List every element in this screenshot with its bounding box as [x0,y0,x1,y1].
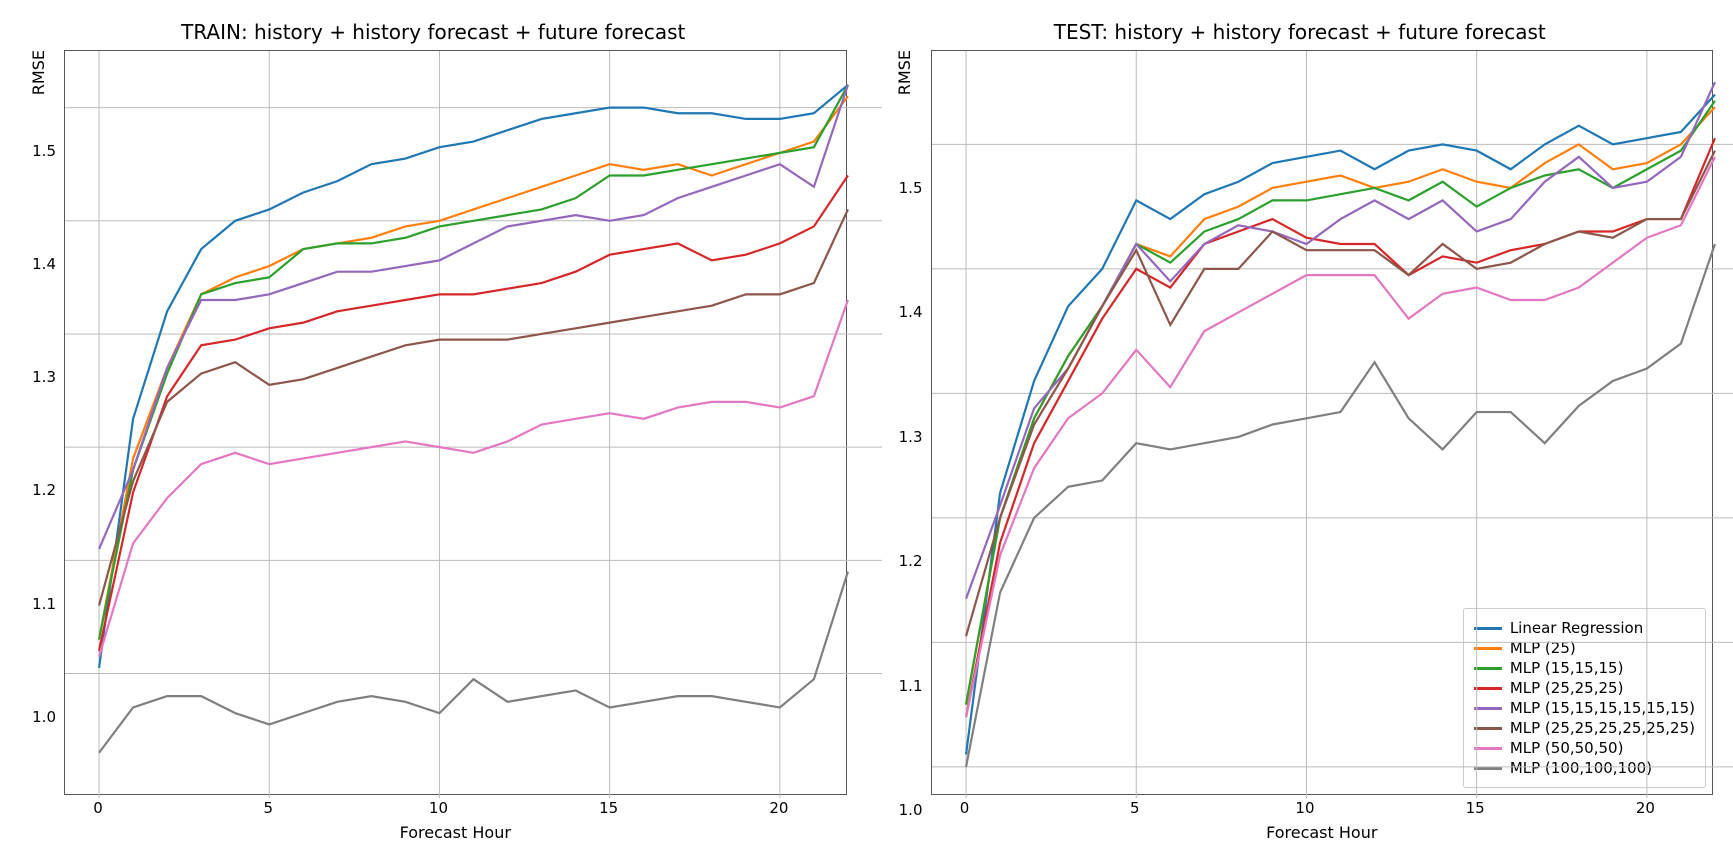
y-tick-label: 1.2 [32,483,56,498]
plot-title: TRAIN: history + history forecast + futu… [20,20,847,44]
y-tick-label: 1.4 [899,305,923,320]
series-line [966,107,1715,705]
series-line [99,572,848,753]
y-tick-label: 1.3 [899,430,923,445]
x-tick-label: 20 [1636,799,1655,817]
y-ticks: 1.5 1.4 1.3 1.2 1.1 1.0 [20,95,60,842]
series-line [99,85,848,549]
x-axis-label: Forecast Hour [64,823,847,842]
subplot-test: TEST: history + history forecast + futur… [887,20,1714,783]
y-tick-label: 1.2 [899,554,923,569]
x-tick-label: 5 [1130,799,1140,817]
y-axis-label: RMSE [895,50,914,95]
subplot-train: TRAIN: history + history forecast + futu… [20,20,847,783]
y-tick-label: 1.5 [899,181,923,196]
series-line [966,138,1715,717]
x-tick-label: 10 [1295,799,1314,817]
figure: TRAIN: history + history forecast + futu… [20,20,1713,783]
series-line [99,85,848,668]
x-axis-label: Forecast Hour [931,823,1714,842]
x-tick-label: 15 [1466,799,1485,817]
series-line [966,101,1715,705]
series-line [99,300,848,657]
plot-title: TEST: history + history forecast + futur… [887,20,1714,44]
x-tick-label: 0 [960,799,970,817]
y-tick-label: 1.0 [32,710,56,725]
series-line [966,157,1715,717]
series-line [99,176,848,651]
x-ticks: 0 5 10 15 20 [64,799,847,819]
y-axis-label: RMSE [29,50,48,95]
y-tick-label: 1.5 [32,144,56,159]
x-ticks: 0 5 10 15 20 [931,799,1714,819]
y-tick-label: 1.1 [32,597,56,612]
y-tick-label: 1.1 [899,679,923,694]
y-ticks: 1.5 1.4 1.3 1.2 1.1 1.0 [887,95,927,842]
y-tick-label: 1.4 [32,257,56,272]
x-tick-label: 15 [599,799,618,817]
series-line [966,244,1715,767]
x-tick-label: 5 [263,799,273,817]
x-tick-label: 0 [93,799,103,817]
x-tick-label: 20 [769,799,788,817]
y-tick-label: 1.0 [899,803,923,818]
y-tick-label: 1.3 [32,370,56,385]
x-tick-label: 10 [429,799,448,817]
series-line [99,209,848,605]
plot-area: Linear RegressionMLP (25)MLP (15,15,15)M… [931,50,1714,795]
plot-area [64,50,847,795]
